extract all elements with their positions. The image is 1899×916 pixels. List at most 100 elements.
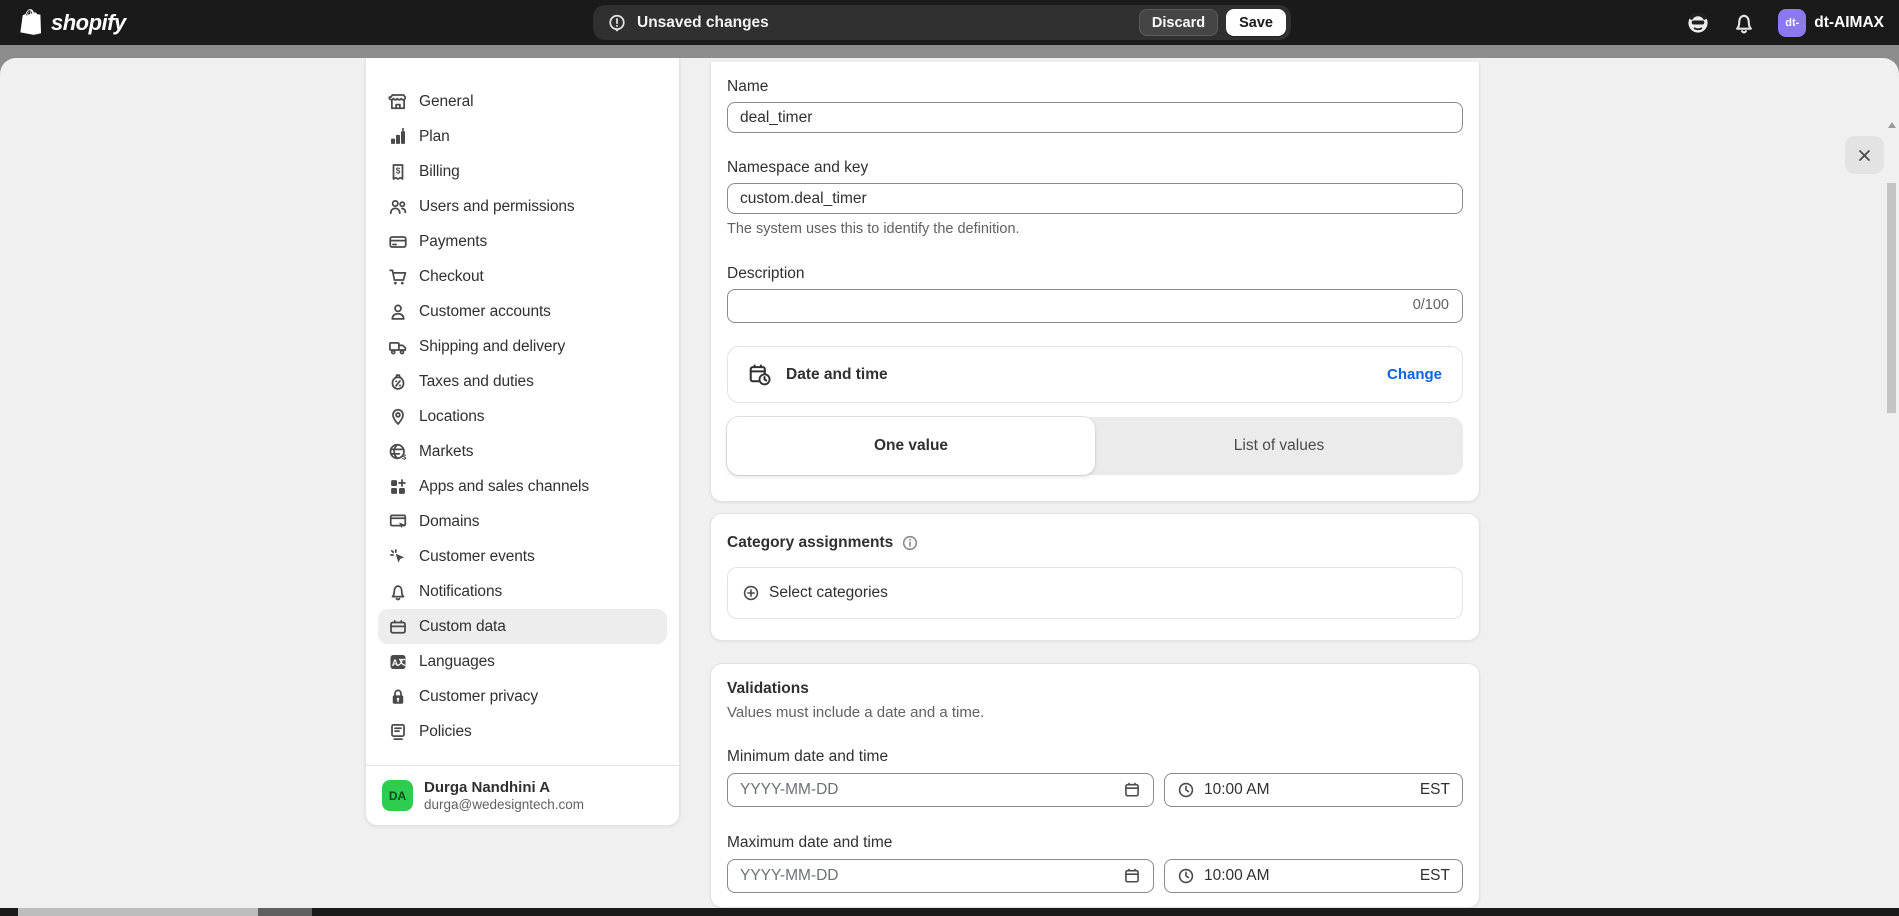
validations-subtitle: Values must include a date and a time. bbox=[727, 704, 1463, 721]
globe-icon: $ bbox=[388, 442, 408, 462]
taxes-icon bbox=[388, 372, 408, 392]
apps-icon bbox=[388, 477, 408, 497]
min-date-label: Minimum date and time bbox=[727, 748, 1463, 766]
sidebar-item-taxes-and-duties[interactable]: Taxes and duties bbox=[378, 364, 667, 399]
select-categories-label: Select categories bbox=[769, 584, 888, 602]
unsaved-changes-label: Unsaved changes bbox=[637, 14, 769, 32]
max-date-input[interactable] bbox=[740, 867, 1123, 885]
category-assignments-title: Category assignments bbox=[727, 534, 893, 552]
billing-icon: $ bbox=[388, 162, 408, 182]
vertical-scrollbar-thumb[interactable] bbox=[1887, 183, 1896, 413]
max-time-value: 10:00 AM bbox=[1204, 867, 1270, 885]
sidebar-item-markets[interactable]: $Markets bbox=[378, 434, 667, 469]
description-label: Description bbox=[727, 265, 1463, 283]
sidebar-item-label: Payments bbox=[419, 233, 487, 251]
store-avatar: dt- bbox=[1778, 9, 1806, 37]
sidebar-item-label: Shipping and delivery bbox=[419, 338, 565, 356]
shopify-wordmark: shopify bbox=[51, 10, 126, 36]
user-email: durga@wedesigntech.com bbox=[424, 797, 584, 812]
sidebar-item-label: Notifications bbox=[419, 583, 502, 601]
sidebar-item-payments[interactable]: Payments bbox=[378, 224, 667, 259]
close-button[interactable] bbox=[1845, 136, 1884, 174]
sidebar-item-shipping-and-delivery[interactable]: Shipping and delivery bbox=[378, 329, 667, 364]
max-time-field[interactable]: 10:00 AM EST bbox=[1164, 859, 1463, 893]
sidebar-item-apps-and-sales-channels[interactable]: Apps and sales channels bbox=[378, 469, 667, 504]
sidebar-item-label: Apps and sales channels bbox=[419, 478, 589, 496]
settings-sidebar: General Plan $BillingUsers and permissions… bbox=[365, 58, 680, 826]
name-label: Name bbox=[727, 78, 1463, 96]
pin-icon bbox=[388, 407, 408, 427]
horizontal-scrollbar bbox=[0, 908, 1899, 916]
min-timezone: EST bbox=[1420, 781, 1450, 799]
svg-text:$: $ bbox=[402, 452, 407, 461]
min-time-value: 10:00 AM bbox=[1204, 781, 1270, 799]
sidebar-item-label: Domains bbox=[419, 513, 479, 531]
shopify-logo[interactable]: shopify bbox=[18, 8, 126, 38]
sidebar-item-locations[interactable]: Locations bbox=[378, 399, 667, 434]
one-value-option[interactable]: One value bbox=[727, 417, 1095, 475]
payments-icon bbox=[388, 232, 408, 252]
scrollbar-up-arrow[interactable] bbox=[1888, 122, 1896, 128]
max-date-label: Maximum date and time bbox=[727, 834, 1463, 852]
min-date-input[interactable] bbox=[740, 781, 1123, 799]
svg-text:A: A bbox=[392, 657, 399, 667]
settings-modal: General Plan $BillingUsers and permissions… bbox=[0, 58, 1899, 916]
screen: shopify Unsaved changes Discard Save dt-… bbox=[0, 0, 1899, 916]
discard-button[interactable]: Discard bbox=[1139, 9, 1218, 36]
description-input[interactable] bbox=[727, 289, 1463, 323]
change-type-link[interactable]: Change bbox=[1387, 366, 1442, 383]
sidebar-item-domains[interactable]: Domains bbox=[378, 504, 667, 539]
plus-circle-icon bbox=[742, 584, 760, 602]
min-time-field[interactable]: 10:00 AM EST bbox=[1164, 773, 1463, 807]
sidebar-item-languages[interactable]: ALanguages bbox=[378, 644, 667, 679]
sidebar-item-label: General bbox=[419, 93, 473, 111]
sidebar-item-label: Plan bbox=[419, 128, 450, 146]
custom-data-icon bbox=[388, 617, 408, 637]
content-type-label: Date and time bbox=[786, 366, 888, 384]
person-icon bbox=[388, 302, 408, 322]
sidebar-item-general[interactable]: General bbox=[378, 84, 667, 119]
info-icon[interactable] bbox=[901, 534, 919, 552]
sidebar-item-policies[interactable]: Policies bbox=[378, 714, 667, 749]
topbar: shopify Unsaved changes Discard Save dt-… bbox=[0, 0, 1899, 45]
namespace-input[interactable] bbox=[727, 183, 1463, 214]
sidebar-item-notifications[interactable]: Notifications bbox=[378, 574, 667, 609]
clock-icon bbox=[1177, 781, 1195, 799]
sidebar-item-label: Customer events bbox=[419, 548, 535, 566]
min-date-field[interactable] bbox=[727, 773, 1154, 807]
sidebar-item-custom-data[interactable]: Custom data bbox=[378, 609, 667, 644]
sidebar-item-plan[interactable]: Plan bbox=[378, 119, 667, 154]
sidebar-item-checkout[interactable]: Checkout bbox=[378, 259, 667, 294]
sidebar-item-label: Customer accounts bbox=[419, 303, 551, 321]
user-profile[interactable]: DA Durga Nandhini A durga@wedesigntech.c… bbox=[366, 765, 679, 825]
cursor-icon bbox=[388, 547, 408, 567]
sidebar-item-users-and-permissions[interactable]: Users and permissions bbox=[378, 189, 667, 224]
list-of-values-option[interactable]: List of values bbox=[1095, 417, 1463, 475]
select-categories-button[interactable]: Select categories bbox=[727, 567, 1463, 619]
name-input[interactable] bbox=[727, 102, 1463, 133]
user-name: Durga Nandhini A bbox=[424, 779, 584, 796]
svg-text:$: $ bbox=[396, 166, 401, 175]
notifications-bell-icon[interactable] bbox=[1732, 11, 1756, 35]
validations-title: Validations bbox=[727, 680, 1463, 698]
save-button[interactable]: Save bbox=[1226, 9, 1286, 36]
sidebar-item-customer-events[interactable]: Customer events bbox=[378, 539, 667, 574]
max-date-field[interactable] bbox=[727, 859, 1154, 893]
store-name: dt-AIMAX bbox=[1814, 14, 1884, 32]
close-icon bbox=[1856, 147, 1873, 164]
store-menu[interactable]: dt- dt-AIMAX bbox=[1778, 9, 1884, 37]
horizontal-scrollbar-thumb[interactable] bbox=[18, 908, 258, 916]
settings-nav-list: General Plan $BillingUsers and permissions… bbox=[366, 58, 679, 765]
definition-card: Name Namespace and key The system uses t… bbox=[710, 62, 1480, 502]
sidebar-item-label: Locations bbox=[419, 408, 484, 426]
cardinality-toggle: One value List of values bbox=[727, 417, 1463, 475]
domains-icon bbox=[388, 512, 408, 532]
bell-icon bbox=[388, 582, 408, 602]
sidebar-item-customer-privacy[interactable]: Customer privacy bbox=[378, 679, 667, 714]
sidebar-item-billing[interactable]: $Billing bbox=[378, 154, 667, 189]
users-icon bbox=[388, 197, 408, 217]
max-timezone: EST bbox=[1420, 867, 1450, 885]
sidebar-item-customer-accounts[interactable]: Customer accounts bbox=[378, 294, 667, 329]
app-extension-icon[interactable] bbox=[1686, 11, 1710, 35]
calendar-icon bbox=[1123, 781, 1141, 799]
